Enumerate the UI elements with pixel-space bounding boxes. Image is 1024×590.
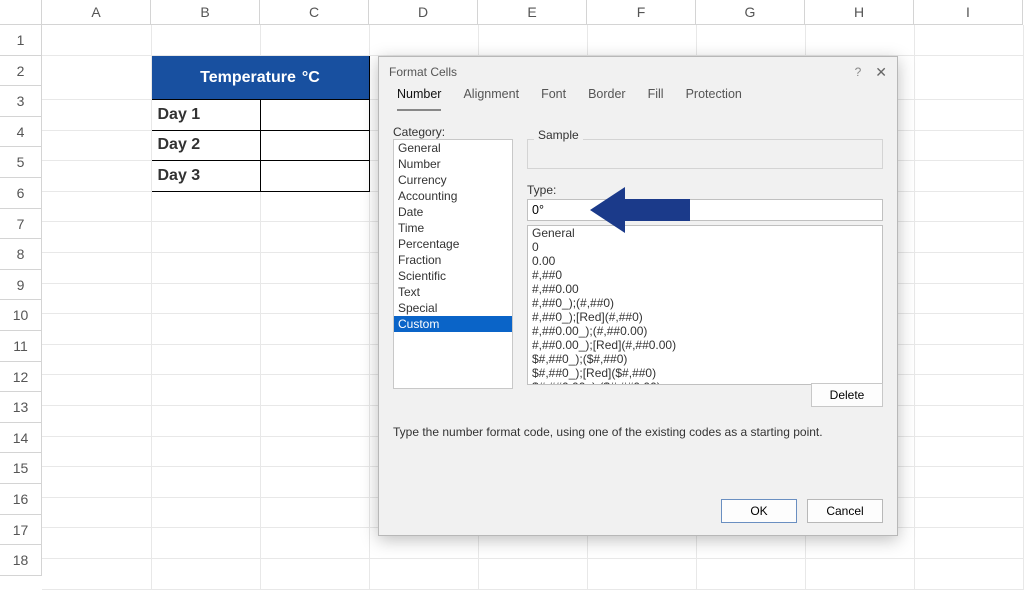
row-headers: 123456789101112131415161718	[0, 25, 42, 576]
row-header[interactable]: 12	[0, 362, 42, 393]
tab-alignment[interactable]: Alignment	[463, 87, 519, 111]
row-header[interactable]: 15	[0, 453, 42, 484]
dialog-title: Format Cells	[389, 65, 457, 79]
category-item[interactable]: Scientific	[394, 268, 512, 284]
type-label: Type:	[527, 183, 883, 197]
table-row[interactable]	[260, 161, 369, 192]
format-item[interactable]: #,##0.00_);[Red](#,##0.00)	[528, 338, 882, 352]
format-cells-dialog: Format Cells ? ✕ Number Alignment Font Bord…	[378, 56, 898, 536]
row-header[interactable]: 6	[0, 178, 42, 209]
table-row[interactable]: Day 2	[151, 130, 260, 161]
row-header[interactable]: 8	[0, 239, 42, 270]
dialog-titlebar[interactable]: Format Cells ? ✕	[379, 57, 897, 87]
tab-number[interactable]: Number	[397, 87, 441, 111]
column-header[interactable]: E	[478, 0, 587, 25]
category-item[interactable]: Percentage	[394, 236, 512, 252]
row-header[interactable]: 16	[0, 484, 42, 515]
column-header[interactable]: A	[42, 0, 151, 25]
close-icon[interactable]: ✕	[875, 64, 887, 81]
row-header[interactable]: 17	[0, 515, 42, 546]
format-item[interactable]: 0	[528, 240, 882, 254]
header-left: Temperature	[200, 69, 296, 87]
type-input[interactable]	[527, 199, 883, 221]
column-header[interactable]: C	[260, 0, 369, 25]
row-header[interactable]: 4	[0, 117, 42, 148]
cancel-button[interactable]: Cancel	[807, 499, 883, 523]
row-header[interactable]: 10	[0, 300, 42, 331]
table-row[interactable]: Day 3	[151, 161, 260, 192]
format-list[interactable]: General00.00#,##0#,##0.00#,##0_);(#,##0)…	[527, 225, 883, 385]
row-header[interactable]: 2	[0, 56, 42, 87]
column-header[interactable]: D	[369, 0, 478, 25]
table-row[interactable]	[260, 100, 369, 131]
category-item[interactable]: Special	[394, 300, 512, 316]
format-item[interactable]: #,##0_);[Red](#,##0)	[528, 310, 882, 324]
column-headers: ABCDEFGHI	[0, 0, 1023, 25]
table-row[interactable]: Day 1	[151, 100, 260, 131]
table-header[interactable]: Temperature °C	[151, 56, 369, 100]
row-header[interactable]: 14	[0, 423, 42, 454]
row-header[interactable]: 11	[0, 331, 42, 362]
tab-border[interactable]: Border	[588, 87, 626, 111]
category-item[interactable]: General	[394, 140, 512, 156]
column-header[interactable]: H	[805, 0, 914, 25]
tab-protection[interactable]: Protection	[686, 87, 742, 111]
format-item[interactable]: #,##0.00_);(#,##0.00)	[528, 324, 882, 338]
format-item[interactable]: General	[528, 226, 882, 240]
format-item[interactable]: #,##0.00	[528, 282, 882, 296]
tab-fill[interactable]: Fill	[648, 87, 664, 111]
ok-button[interactable]: OK	[721, 499, 797, 523]
format-item[interactable]: $#,##0_);[Red]($#,##0)	[528, 366, 882, 380]
row-header[interactable]: 13	[0, 392, 42, 423]
category-item[interactable]: Custom	[394, 316, 512, 332]
category-item[interactable]: Accounting	[394, 188, 512, 204]
column-header[interactable]: B	[151, 0, 260, 25]
category-list[interactable]: GeneralNumberCurrencyAccountingDateTimeP…	[393, 139, 513, 389]
category-item[interactable]: Date	[394, 204, 512, 220]
row-header[interactable]: 9	[0, 270, 42, 301]
format-item[interactable]: #,##0	[528, 268, 882, 282]
category-item[interactable]: Fraction	[394, 252, 512, 268]
table-row[interactable]	[260, 130, 369, 161]
hint-text: Type the number format code, using one o…	[393, 425, 823, 439]
row-header[interactable]: 1	[0, 25, 42, 56]
category-item[interactable]: Number	[394, 156, 512, 172]
format-item[interactable]: #,##0_);(#,##0)	[528, 296, 882, 310]
column-header[interactable]: G	[696, 0, 805, 25]
column-header[interactable]: F	[587, 0, 696, 25]
format-item[interactable]: 0.00	[528, 254, 882, 268]
delete-button[interactable]: Delete	[811, 383, 883, 407]
category-label: Category:	[393, 125, 445, 139]
help-icon[interactable]: ?	[855, 65, 862, 79]
row-header[interactable]: 3	[0, 86, 42, 117]
sample-box: Sample	[527, 139, 883, 169]
category-item[interactable]: Text	[394, 284, 512, 300]
category-item[interactable]: Time	[394, 220, 512, 236]
tab-font[interactable]: Font	[541, 87, 566, 111]
row-header[interactable]: 5	[0, 147, 42, 178]
row-header[interactable]: 18	[0, 545, 42, 576]
header-right: °C	[302, 69, 320, 87]
dialog-tabs: Number Alignment Font Border Fill Protection	[379, 87, 897, 111]
format-item[interactable]: $#,##0_);($#,##0)	[528, 352, 882, 366]
column-header[interactable]: I	[914, 0, 1023, 25]
select-all-corner[interactable]	[0, 0, 42, 25]
category-item[interactable]: Currency	[394, 172, 512, 188]
sample-label: Sample	[534, 128, 583, 142]
row-header[interactable]: 7	[0, 209, 42, 240]
